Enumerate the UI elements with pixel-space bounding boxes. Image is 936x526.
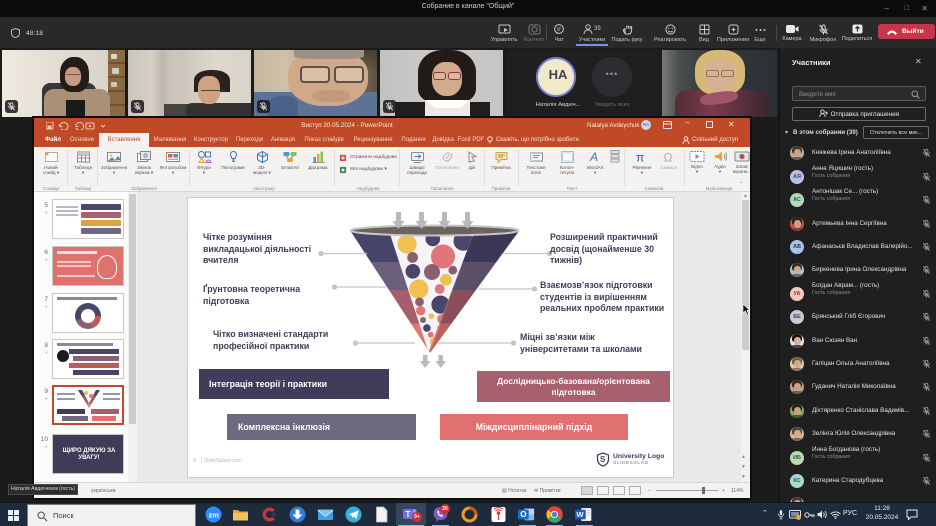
svg-text:T: T — [406, 510, 411, 519]
svg-text:Ω: Ω — [664, 151, 673, 165]
svg-text:S: S — [600, 455, 606, 464]
svg-text:A: A — [589, 150, 598, 164]
svg-text:O: O — [520, 510, 526, 519]
svg-text:zm: zm — [209, 511, 220, 520]
svg-text:W: W — [576, 510, 584, 519]
svg-text:π: π — [636, 151, 644, 165]
svg-text:39: 39 — [594, 26, 601, 32]
